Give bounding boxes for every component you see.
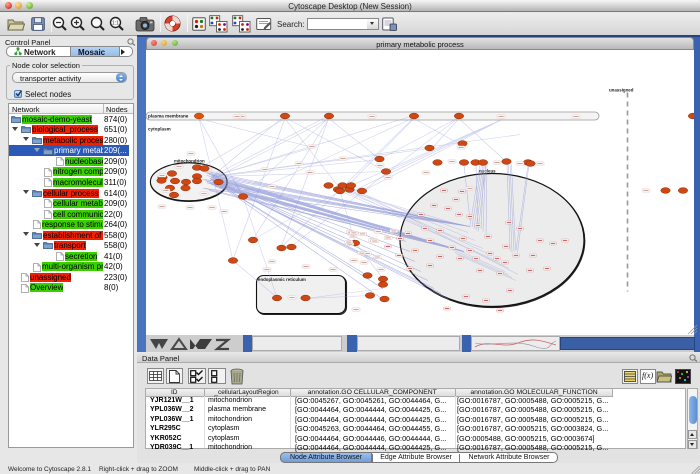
svg-text:1:1: 1:1 — [112, 21, 119, 27]
svg-text:unassigned: unassigned — [609, 87, 634, 92]
svg-text:endoplasmic reticulum: endoplasmic reticulum — [258, 277, 306, 282]
svg-text:plasma membrane: plasma membrane — [148, 113, 189, 118]
svg-text:cytoplasm: cytoplasm — [148, 126, 171, 131]
svg-text:mitochondrion: mitochondrion — [174, 158, 205, 163]
